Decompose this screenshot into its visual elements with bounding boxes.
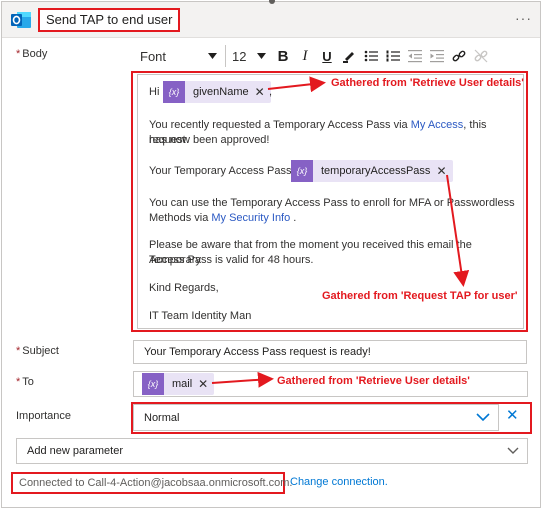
annotation-arrow-2 xyxy=(446,174,470,287)
annotation-arrow-3 xyxy=(211,371,274,388)
annotation-request-tap: Gathered from 'Request TAP for user' xyxy=(322,290,518,302)
annotation-retrieve-user-2: Gathered from 'Retrieve User details' xyxy=(277,375,470,387)
annotation-retrieve-user-1: Gathered from 'Retrieve User details' xyxy=(331,77,524,89)
annotation-arrow-1 xyxy=(267,76,326,93)
